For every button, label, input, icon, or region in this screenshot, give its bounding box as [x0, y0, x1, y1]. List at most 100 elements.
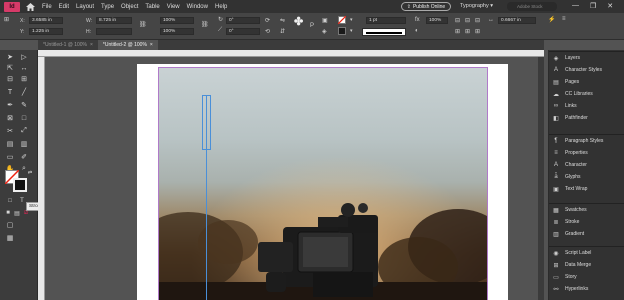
- panel-item-pathfinder[interactable]: ◧ Pathfinder: [549, 112, 624, 124]
- rectangle-tool-icon[interactable]: □: [18, 113, 30, 123]
- shear-field[interactable]: 0°: [226, 28, 260, 35]
- scissors-tool-icon[interactable]: ✂: [4, 126, 16, 136]
- flip-horizontal-icon[interactable]: ⇋: [280, 17, 285, 24]
- menu-table[interactable]: Table: [145, 4, 159, 10]
- panel-item-stroke[interactable]: ≣ Stroke: [549, 216, 624, 228]
- y-field[interactable]: 1.225 in: [29, 28, 63, 35]
- gradient-feather-tool-icon[interactable]: ▥: [18, 139, 30, 149]
- menu-window[interactable]: Window: [187, 4, 208, 10]
- menu-layout[interactable]: Layout: [76, 4, 94, 10]
- menu-object[interactable]: Object: [121, 4, 138, 10]
- x-field[interactable]: 3.6585 in: [29, 17, 63, 24]
- panel-item-hyperlinks[interactable]: ⚯ Hyperlinks: [549, 283, 624, 295]
- distribute-right-icon[interactable]: ⊞: [475, 28, 480, 35]
- pencil-tool-icon[interactable]: ✎: [18, 100, 30, 110]
- panel-item-swatches[interactable]: ▦ Swatches: [549, 204, 624, 216]
- lock-scale-icon[interactable]: ⛓: [201, 21, 209, 28]
- menu-type[interactable]: Type: [101, 4, 114, 10]
- align-left-icon[interactable]: ⊟: [455, 17, 460, 24]
- page-tool-icon[interactable]: ⇱: [4, 63, 16, 73]
- preview-mode-icon[interactable]: ▦: [4, 233, 16, 243]
- pen-tool-icon[interactable]: ✒: [4, 100, 16, 110]
- panel-item-data-merge[interactable]: ⊞ Data Merge: [549, 259, 624, 271]
- type-tool-icon[interactable]: T: [4, 87, 16, 97]
- stroke-weight-field[interactable]: 1 pt: [366, 17, 406, 24]
- flip-vertical-icon[interactable]: ⇵: [280, 28, 285, 35]
- align-center-icon[interactable]: ⊟: [465, 17, 470, 24]
- h-field[interactable]: [96, 28, 132, 35]
- panel-item-pages[interactable]: ▤ Pages: [549, 76, 624, 88]
- tab-untitled-1[interactable]: *Untitled-1 @ 100% ×: [38, 40, 98, 50]
- panel-item-character-styles[interactable]: A Character Styles: [549, 64, 624, 76]
- horizontal-ruler[interactable]: [38, 50, 544, 57]
- content-grabber-icon[interactable]: ✤: [294, 15, 303, 28]
- gap-tool-icon[interactable]: ↔: [18, 63, 30, 73]
- reference-point-icon[interactable]: ⊞: [4, 16, 9, 23]
- menu-view[interactable]: View: [167, 4, 180, 10]
- panel-item-script-label[interactable]: ◉ Script Label: [549, 247, 624, 259]
- stroke-swatch[interactable]: [338, 27, 346, 35]
- direct-selection-tool-icon[interactable]: ▷: [18, 52, 30, 62]
- panel-item-glyphs[interactable]: ǡ Glyphs: [549, 171, 624, 183]
- selection-tool-icon[interactable]: ➤: [4, 52, 16, 62]
- effects-icon[interactable]: ◐: [415, 28, 419, 34]
- rotate-cw-icon[interactable]: ⟳: [265, 17, 270, 24]
- align-right-icon[interactable]: ⊟: [475, 17, 480, 24]
- minimize-icon[interactable]: —: [572, 2, 579, 10]
- free-transform-tool-icon[interactable]: ⤢: [18, 126, 30, 136]
- menu-help[interactable]: Help: [215, 4, 227, 10]
- tab-untitled-2[interactable]: *Untitled-2 @ 100% ×: [97, 40, 158, 50]
- rectangle-frame-tool-icon[interactable]: ⊠: [4, 113, 16, 123]
- content-placer-icon[interactable]: ⊞: [18, 74, 30, 84]
- fill-dropdown-icon[interactable]: ▾: [350, 17, 353, 23]
- scale-x-field[interactable]: 100%: [160, 17, 194, 24]
- stroke-dropdown-icon[interactable]: ▾: [350, 28, 353, 34]
- menu-file[interactable]: File: [42, 4, 52, 10]
- quick-apply-icon[interactable]: ⚡: [548, 16, 555, 23]
- vertical-text-frame[interactable]: [202, 95, 211, 150]
- workspace-switcher[interactable]: Typography ▾: [460, 3, 493, 9]
- rotate-ccw-icon[interactable]: ⟲: [265, 28, 270, 35]
- panel-item-text-wrap[interactable]: ▣ Text Wrap: [549, 183, 624, 195]
- distribute-center-icon[interactable]: ⊞: [465, 28, 470, 35]
- restore-icon[interactable]: ❐: [590, 2, 596, 10]
- panel-item-layers[interactable]: ◈ Layers: [549, 52, 624, 64]
- vertical-scrollbar[interactable]: [538, 57, 544, 300]
- panel-item-links[interactable]: ∞ Links: [549, 100, 624, 112]
- opacity-field[interactable]: 100%: [426, 17, 448, 24]
- stroke-type-dropdown[interactable]: [362, 28, 406, 36]
- distribute-left-icon[interactable]: ⊞: [455, 28, 460, 35]
- panel-item-gradient[interactable]: ▥ Gradient: [549, 228, 624, 240]
- swap-colors-icon[interactable]: ⇄: [24, 168, 36, 178]
- note-tool-icon[interactable]: ▭: [4, 152, 16, 162]
- home-icon[interactable]: [25, 2, 35, 12]
- stroke-color-box[interactable]: [13, 178, 27, 192]
- rotation-field[interactable]: 0°: [226, 17, 260, 24]
- screen-mode-icon[interactable]: ▢: [4, 220, 16, 230]
- panel-item-story[interactable]: ▭ Story: [549, 271, 624, 283]
- constrain-proportions-icon[interactable]: ⛓: [139, 21, 147, 28]
- panel-item-paragraph-styles[interactable]: ¶ Paragraph Styles: [549, 135, 624, 147]
- menu-edit[interactable]: Edit: [59, 4, 69, 10]
- tab-close-icon[interactable]: ×: [90, 40, 93, 50]
- select-content-icon[interactable]: ◈: [322, 28, 327, 35]
- publish-online-button[interactable]: ⇪ Publish Online: [401, 2, 451, 11]
- panel-item-character[interactable]: A Character: [549, 159, 624, 171]
- content-collector-icon[interactable]: ⊟: [4, 74, 16, 84]
- gradient-swatch-tool-icon[interactable]: ▤: [4, 139, 16, 149]
- panel-menu-icon[interactable]: ≡: [562, 16, 566, 22]
- panel-item-properties[interactable]: ≡ Properties: [549, 147, 624, 159]
- w-field[interactable]: 8.725 in: [96, 17, 132, 24]
- eyedropper-tool-icon[interactable]: ✐: [18, 152, 30, 162]
- line-tool-icon[interactable]: ╱: [18, 87, 30, 97]
- panel-item-cc-libraries[interactable]: ☁ CC Libraries: [549, 88, 624, 100]
- search-input[interactable]: Adobe Stock: [507, 2, 557, 11]
- paragraph-icon[interactable]: P: [310, 23, 314, 29]
- gap-field[interactable]: 0.6667 in: [498, 17, 536, 24]
- scale-y-field[interactable]: 100%: [160, 28, 194, 35]
- formatting-container-icon[interactable]: □: [4, 196, 16, 206]
- close-icon[interactable]: ✕: [607, 2, 613, 10]
- select-container-icon[interactable]: ▣: [322, 17, 328, 24]
- pasteboard[interactable]: [45, 57, 538, 300]
- tab-close-icon[interactable]: ×: [150, 40, 153, 50]
